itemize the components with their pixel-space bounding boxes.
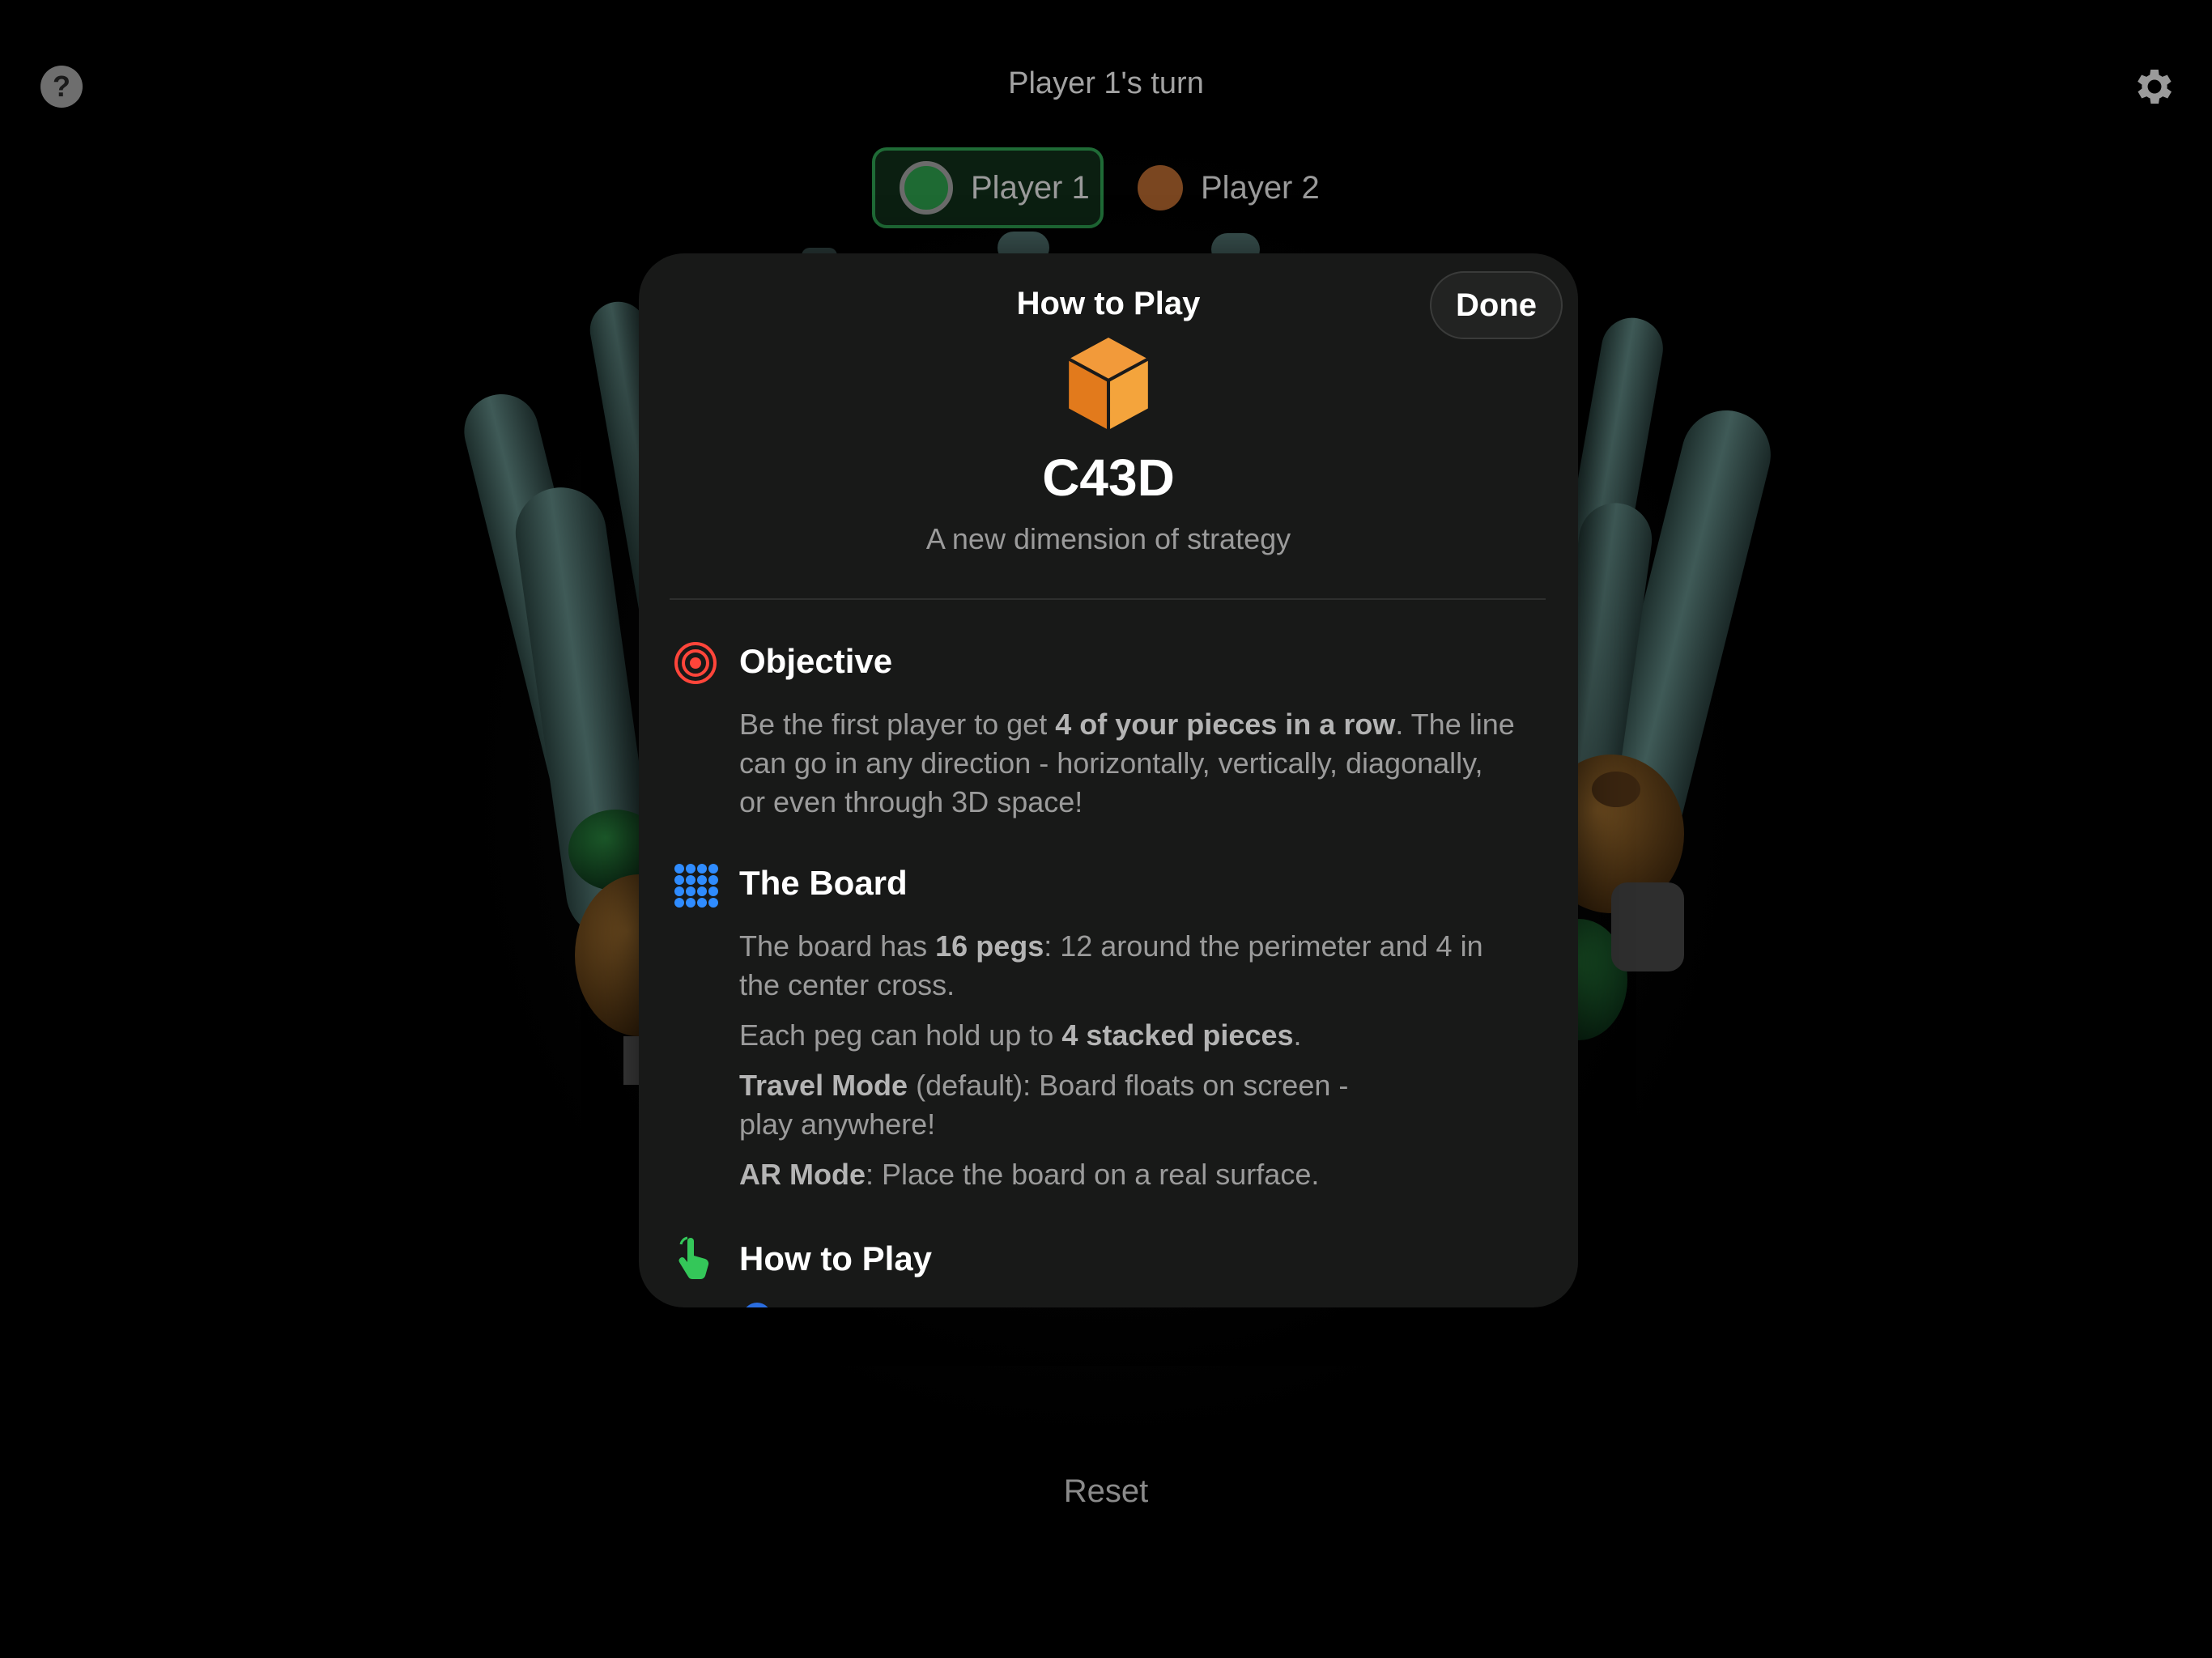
list-bullet-icon [742, 1303, 772, 1307]
target-icon [674, 642, 717, 684]
how-to-play-heading: How to Play [739, 1239, 933, 1278]
done-button[interactable]: Done [1430, 271, 1563, 339]
objective-text: Be the first player to get 4 of your pie… [739, 705, 1549, 822]
objective-line-2: can go in any direction - horizontally, … [739, 746, 1483, 780]
board-heading: The Board [739, 864, 908, 902]
hand-tap-icon [678, 1236, 709, 1280]
player-2-color-dot [1138, 165, 1183, 210]
app-name: C43D [1042, 449, 1175, 507]
app-tagline: A new dimension of strategy [925, 522, 1291, 555]
player-2-label: Player 2 [1201, 169, 1320, 206]
reset-button[interactable]: Reset [0, 1473, 2212, 1510]
objective-heading: Objective [739, 642, 893, 680]
player-1-label: Player 1 [971, 169, 1090, 206]
grid-dots-icon [674, 864, 718, 908]
board-text-1: The board has 16 pegs: 12 around the per… [739, 929, 1483, 1001]
how-to-play-sheet[interactable]: How to Play Done C43D A new dimension of… [639, 253, 1578, 1307]
orange-cube-icon [1068, 338, 1149, 430]
objective-line-1: Be the first player to get 4 of your pie… [739, 708, 1515, 741]
player-1-color-dot [900, 161, 953, 215]
player-2-chip[interactable]: Player 2 [1138, 147, 1372, 228]
gear-icon[interactable] [2131, 63, 2178, 110]
board-text-4: AR Mode: Place the board on a real surfa… [739, 1158, 1320, 1191]
divider [670, 598, 1546, 600]
player-1-chip[interactable]: Player 1 [872, 147, 1104, 228]
turn-indicator: Player 1's turn [1008, 66, 1204, 100]
board-text-3: Travel Mode (default): Board floats on s… [739, 1069, 1349, 1141]
objective-line-3: or even through 3D space! [739, 785, 1083, 818]
board-text-2: Each peg can hold up to 4 stacked pieces… [739, 1018, 1302, 1052]
